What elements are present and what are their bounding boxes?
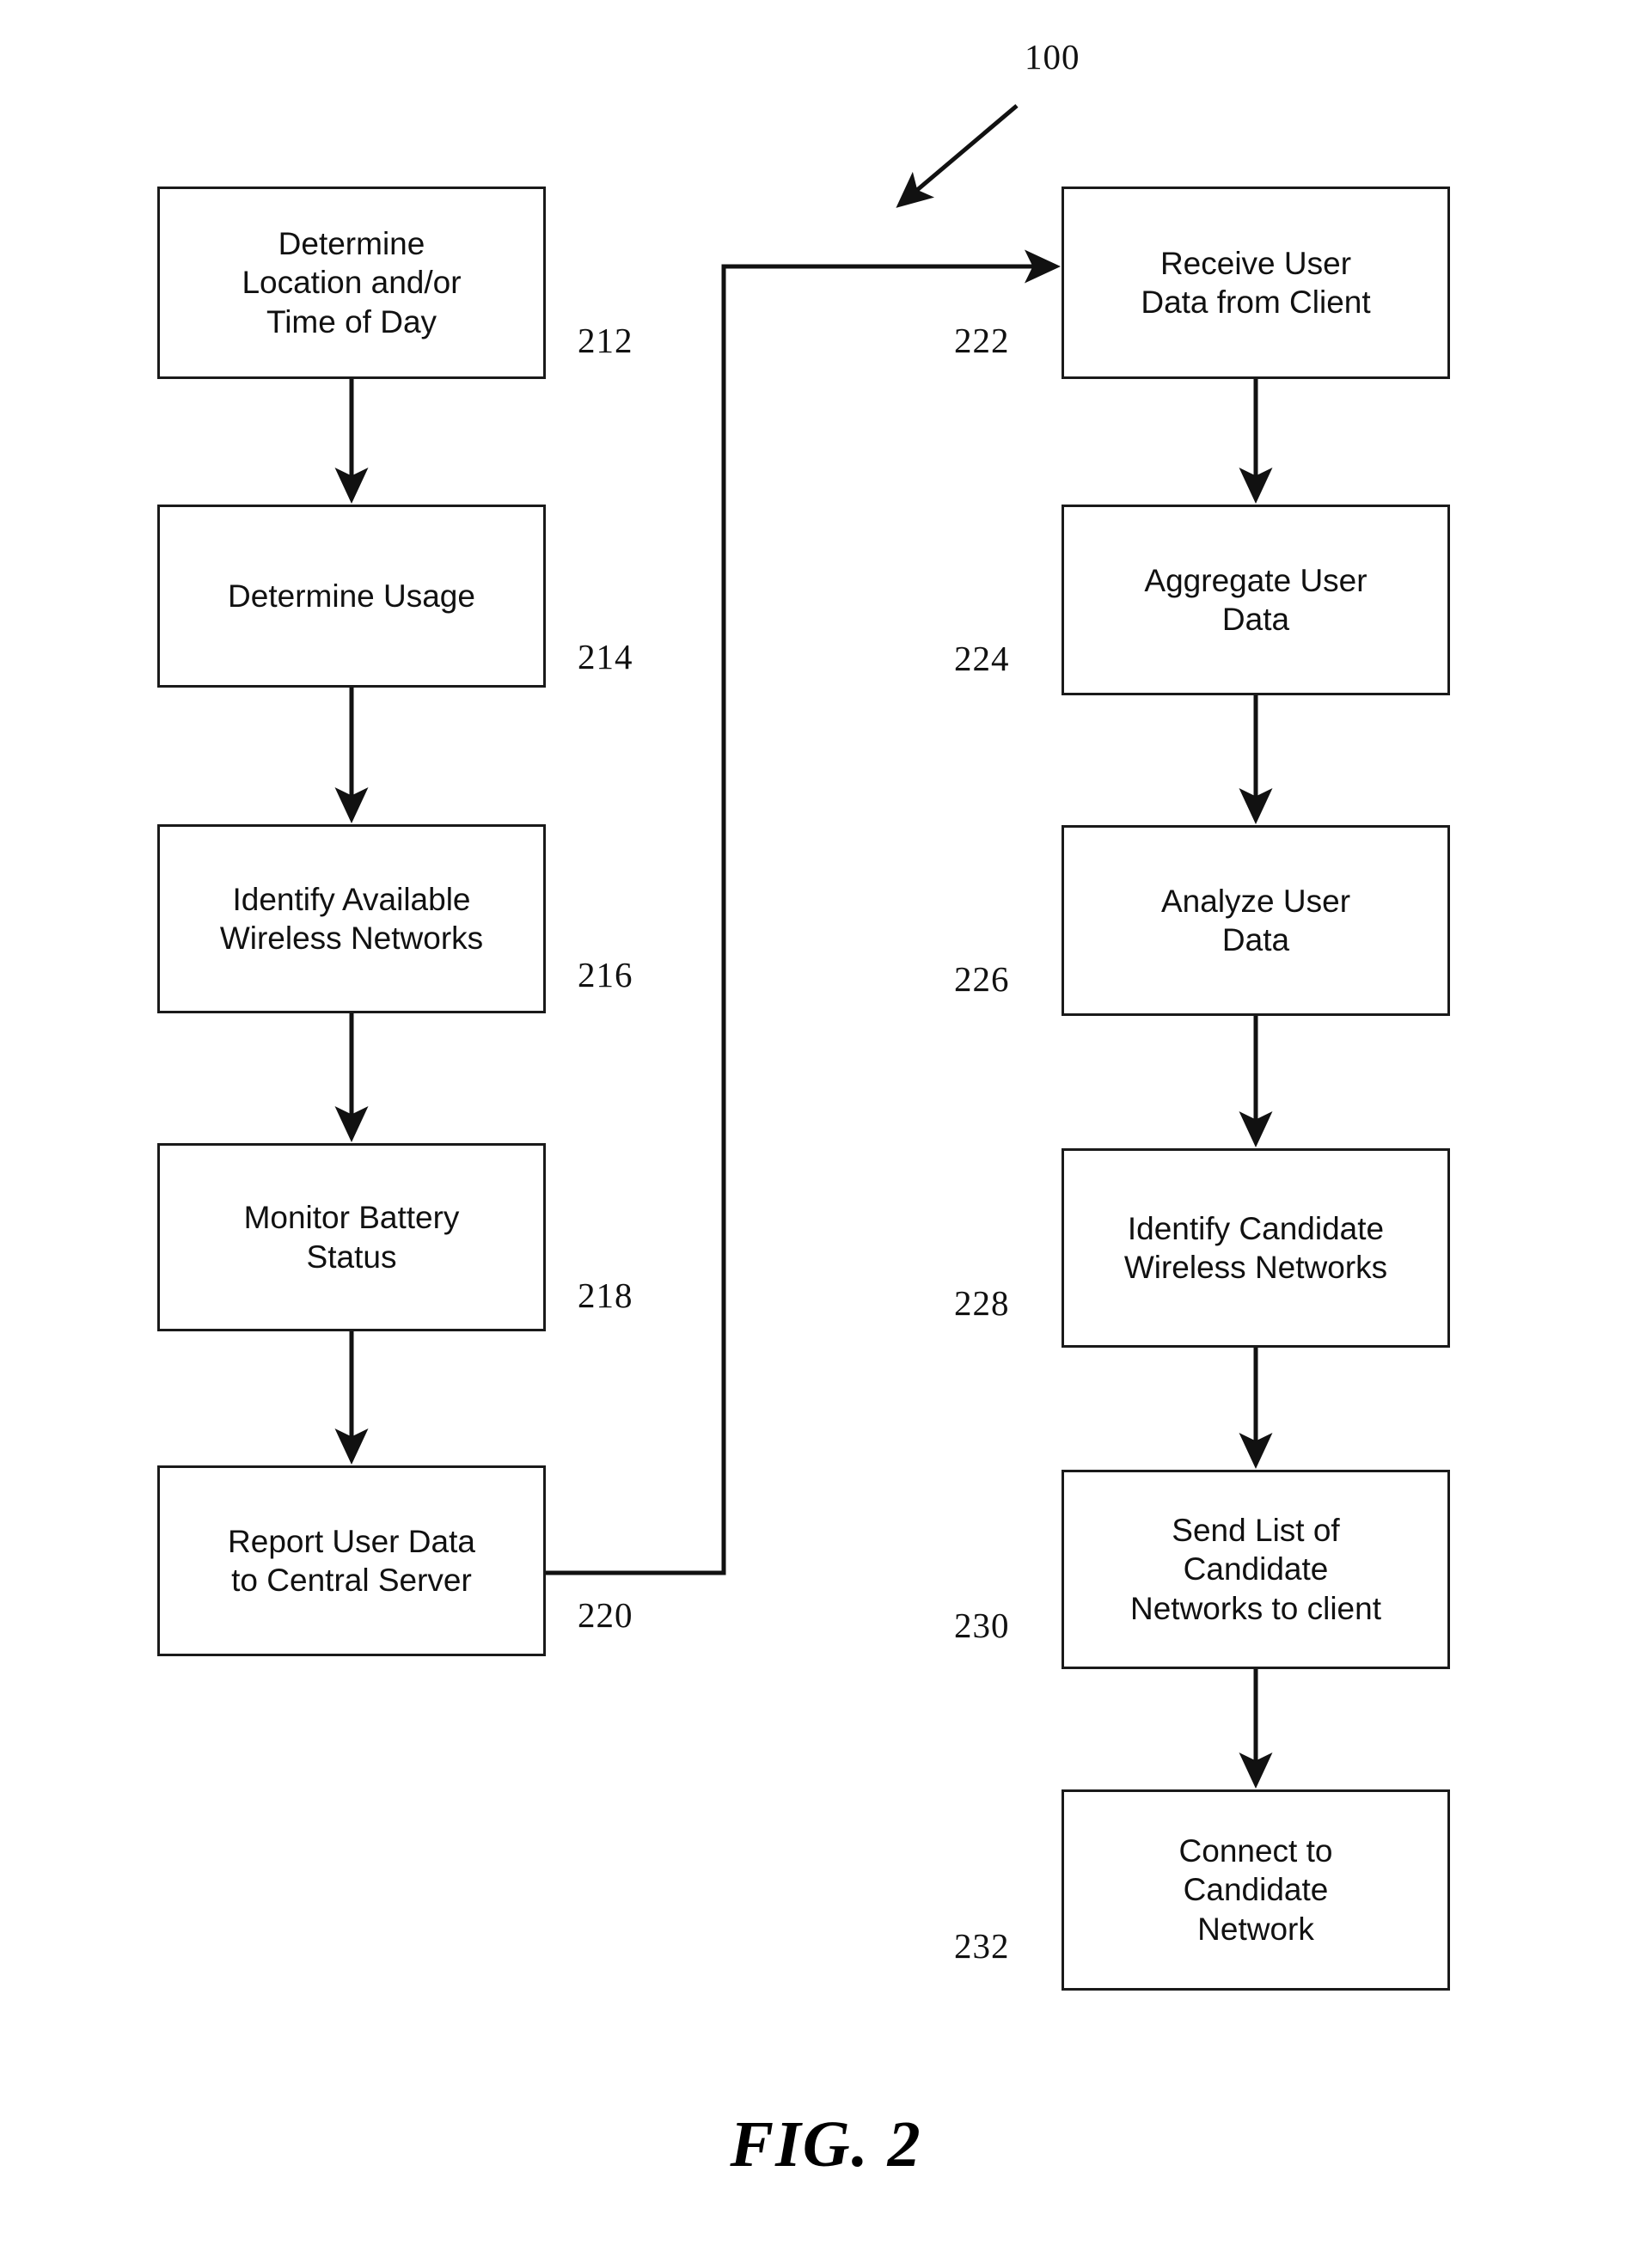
reference-numeral-212: 212: [578, 321, 633, 360]
arrow-220-to-222: [546, 249, 1062, 1575]
flow-node-230[interactable]: Send List of Candidate Networks to clien…: [1062, 1470, 1450, 1669]
flow-node-232[interactable]: Connect to Candidate Network: [1062, 1789, 1450, 1991]
system-leader-arrow: [896, 104, 1019, 208]
flow-node-218[interactable]: Monitor Battery Status: [157, 1143, 546, 1331]
reference-numeral-228: 228: [954, 1283, 1010, 1323]
reference-numeral-226: 226: [954, 959, 1010, 999]
flow-node-214-label: Determine Usage: [228, 578, 475, 614]
flow-node-228[interactable]: Identify Candidate Wireless Networks: [1062, 1148, 1450, 1348]
reference-numeral-214: 214: [578, 637, 633, 676]
reference-numeral-230: 230: [954, 1606, 1010, 1645]
flow-node-212[interactable]: Determine Location and/or Time of Day: [157, 187, 546, 379]
reference-numeral-224: 224: [954, 639, 1010, 678]
reference-numeral-218: 218: [578, 1275, 633, 1315]
flow-node-232-label: Connect to Candidate Network: [1178, 1833, 1333, 1947]
flow-node-222-label: Receive User Data from Client: [1141, 245, 1371, 320]
flow-node-224[interactable]: Aggregate User Data: [1062, 505, 1450, 695]
flow-node-214[interactable]: Determine Usage: [157, 505, 546, 688]
reference-numeral-100: 100: [1025, 37, 1080, 76]
flow-node-224-label: Aggregate User Data: [1144, 562, 1367, 637]
reference-numeral-216: 216: [578, 955, 633, 994]
flow-node-220-label: Report User Data to Central Server: [228, 1523, 475, 1598]
flow-node-216-label: Identify Available Wireless Networks: [219, 881, 484, 956]
figure-caption: FIG. 2: [730, 2108, 922, 2181]
flow-node-230-label: Send List of Candidate Networks to clien…: [1130, 1513, 1381, 1626]
flow-node-222[interactable]: Receive User Data from Client: [1062, 187, 1450, 379]
reference-numeral-220: 220: [578, 1595, 633, 1635]
flow-node-226-label: Analyze User Data: [1160, 883, 1351, 957]
flow-node-212-label: Determine Location and/or Time of Day: [242, 226, 462, 339]
flow-node-220[interactable]: Report User Data to Central Server: [157, 1465, 546, 1656]
reference-numeral-222: 222: [954, 321, 1010, 360]
flow-node-216[interactable]: Identify Available Wireless Networks: [157, 824, 546, 1013]
flow-node-228-label: Identify Candidate Wireless Networks: [1123, 1210, 1388, 1285]
patent-figure: Determine Location and/or Time of Day De…: [0, 0, 1652, 2251]
flow-node-218-label: Monitor Battery Status: [243, 1200, 460, 1275]
flow-node-226[interactable]: Analyze User Data: [1062, 825, 1450, 1016]
reference-numeral-232: 232: [954, 1926, 1010, 1966]
